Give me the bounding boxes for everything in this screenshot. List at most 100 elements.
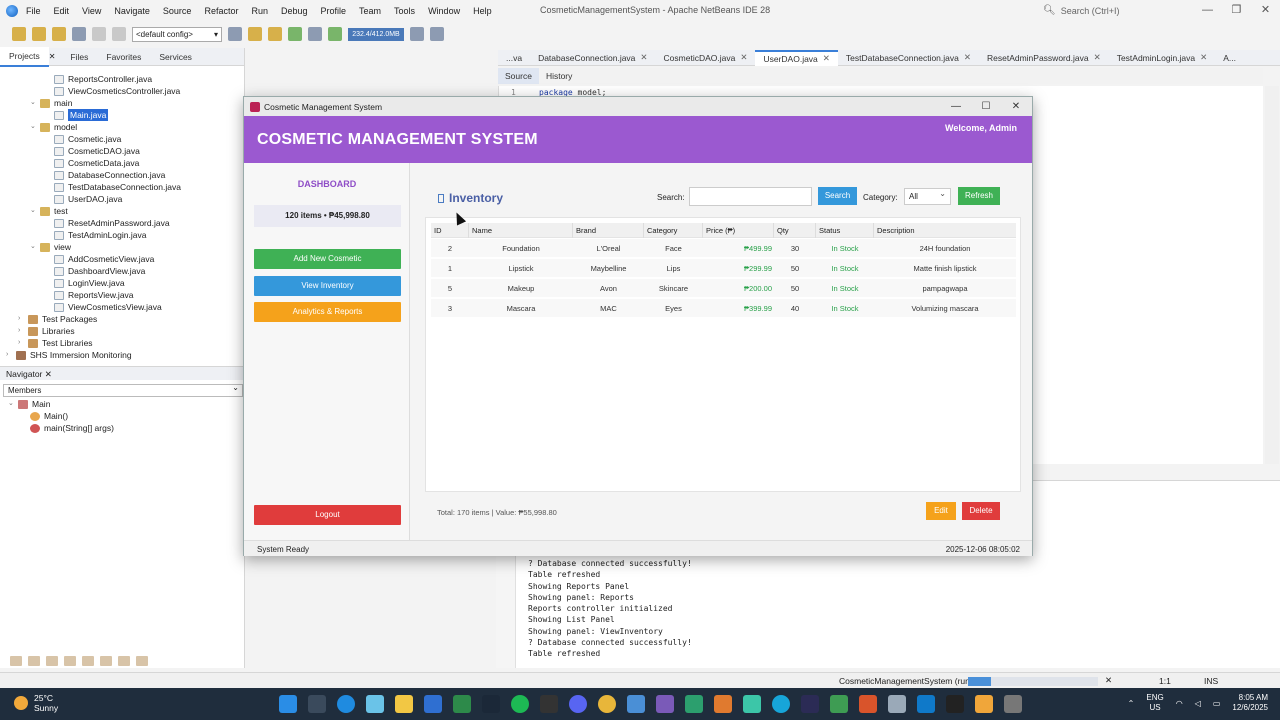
tree-item[interactable]: ViewCosmeticsController.java <box>0 85 240 97</box>
minimize-icon[interactable]: — <box>941 97 971 116</box>
delete-button[interactable]: Delete <box>962 502 1000 520</box>
profiler-icon[interactable] <box>430 27 444 41</box>
close-icon[interactable]: ✕ <box>740 52 747 63</box>
tree-item-selected[interactable]: Main.java <box>0 109 240 121</box>
menu-window[interactable]: Window <box>428 6 460 16</box>
edit-button[interactable]: Edit <box>926 502 956 520</box>
menu-team[interactable]: Team <box>359 6 381 16</box>
tree-item[interactable]: CosmeticData.java <box>0 157 240 169</box>
edge-icon[interactable] <box>337 695 355 713</box>
file-explorer-icon[interactable] <box>395 695 413 713</box>
build-icon[interactable] <box>248 27 262 41</box>
menu-debug[interactable]: Debug <box>281 6 308 16</box>
table-row[interactable]: 3 Mascara MAC Eyes ₱399.99 40 In Stock V… <box>431 299 1016 318</box>
editor-scrollbar[interactable] <box>1265 86 1279 464</box>
tree-package-main[interactable]: ⌄ main <box>0 97 240 109</box>
task-view-icon[interactable] <box>308 695 326 713</box>
collapse-icon[interactable]: › <box>18 313 26 325</box>
photoshop-icon[interactable] <box>801 695 819 713</box>
filter-icon[interactable] <box>100 656 112 666</box>
close-icon[interactable]: ✕ <box>1251 0 1280 21</box>
tree-item[interactable]: CosmeticDAO.java <box>0 145 240 157</box>
vscode-icon[interactable] <box>917 695 935 713</box>
history-tab[interactable]: History <box>539 68 579 84</box>
app-icon[interactable] <box>975 695 993 713</box>
expand-icon[interactable]: ⌄ <box>30 205 38 217</box>
battery-icon[interactable]: ▭ <box>1213 699 1221 708</box>
view-inventory-button[interactable]: View Inventory <box>254 276 401 296</box>
debug-icon[interactable] <box>308 27 322 41</box>
tree-item[interactable]: ReportsView.java <box>0 289 240 301</box>
menu-refactor[interactable]: Refactor <box>204 6 238 16</box>
tree-item[interactable]: LoginView.java <box>0 277 240 289</box>
app-icon[interactable] <box>859 695 877 713</box>
save-all-icon[interactable] <box>72 27 86 41</box>
tree-item-test-libraries[interactable]: › Test Libraries <box>0 337 240 349</box>
editor-tab-active[interactable]: UserDAO.java ✕ <box>755 49 838 66</box>
volume-icon[interactable]: ◁ <box>1195 699 1201 708</box>
members-select[interactable]: Members <box>3 382 243 397</box>
filter-icon[interactable] <box>10 656 22 666</box>
config-select[interactable]: <default config> <box>132 26 222 42</box>
weather-widget[interactable]: 25°C Sunny <box>14 693 58 713</box>
close-icon[interactable]: ✕ <box>45 369 52 379</box>
ide-search-box[interactable]: 🔍︎ Search (Ctrl+I) <box>1043 3 1193 18</box>
expand-icon[interactable]: ⌄ <box>30 241 38 253</box>
analytics-button[interactable]: Analytics & Reports <box>254 302 401 322</box>
profile-icon[interactable] <box>328 27 342 41</box>
tree-package-model[interactable]: ⌄ model <box>0 121 240 133</box>
editor-tab[interactable]: DatabaseConnection.java ✕ <box>530 50 655 66</box>
column-header[interactable]: Price (₱) <box>703 223 774 238</box>
tab-projects[interactable]: Projects <box>0 46 49 67</box>
menu-navigate[interactable]: Navigate <box>114 6 150 16</box>
run-icon[interactable] <box>288 27 302 41</box>
notepad-icon[interactable] <box>424 695 442 713</box>
column-header[interactable]: Brand <box>573 223 644 238</box>
chevron-up-icon[interactable]: ⌃ <box>1128 699 1135 708</box>
navigator-title[interactable]: Navigator <box>6 369 42 379</box>
table-row[interactable]: 1 Lipstick Maybelline Lips ₱299.99 50 In… <box>431 259 1016 278</box>
editor-tab[interactable]: TestDatabaseConnection.java ✕ <box>838 50 979 66</box>
undo-icon[interactable] <box>92 27 106 41</box>
discord-icon[interactable] <box>569 695 587 713</box>
expand-icon[interactable]: ⌄ <box>30 121 38 133</box>
column-header[interactable]: Category <box>644 223 703 238</box>
filter-icon[interactable] <box>28 656 40 666</box>
new-project-icon[interactable] <box>32 27 46 41</box>
source-tab[interactable]: Source <box>498 68 539 84</box>
navigator-item[interactable]: main(String[] args) <box>0 422 240 434</box>
close-icon[interactable]: ✕ <box>823 53 830 64</box>
target-icon[interactable] <box>228 27 242 41</box>
search-input[interactable] <box>689 187 812 206</box>
clean-build-icon[interactable] <box>268 27 282 41</box>
tab-services[interactable]: Services <box>150 48 201 66</box>
github-icon[interactable] <box>540 695 558 713</box>
close-icon[interactable]: ✕ <box>49 52 56 61</box>
menu-file[interactable]: File <box>26 6 41 16</box>
app-icon[interactable] <box>656 695 674 713</box>
app-icon[interactable] <box>743 695 761 713</box>
expand-icon[interactable]: ⌄ <box>8 398 16 410</box>
terminal-icon[interactable] <box>946 695 964 713</box>
close-icon[interactable]: ✕ <box>640 52 647 63</box>
menu-source[interactable]: Source <box>163 6 192 16</box>
tab-favorites[interactable]: Favorites <box>97 48 150 66</box>
editor-tab[interactable]: ...va <box>498 50 530 66</box>
column-header[interactable]: Status <box>816 223 874 238</box>
add-cosmetic-button[interactable]: Add New Cosmetic <box>254 249 401 269</box>
clock[interactable]: 8:05 AM 12/6/2025 <box>1232 693 1268 713</box>
tree-item-libraries[interactable]: › Libraries <box>0 325 240 337</box>
tree-item-test-packages[interactable]: › Test Packages <box>0 313 240 325</box>
tree-item-project[interactable]: › SHS Immersion Monitoring <box>0 349 240 361</box>
menu-help[interactable]: Help <box>473 6 492 16</box>
menu-profile[interactable]: Profile <box>321 6 347 16</box>
tree-item[interactable]: ResetAdminPassword.java <box>0 217 240 229</box>
tree-item[interactable]: TestDatabaseConnection.java <box>0 181 240 193</box>
menu-tools[interactable]: Tools <box>394 6 415 16</box>
close-icon[interactable]: ✕ <box>1105 675 1112 686</box>
restore-icon[interactable]: ❐ <box>1222 0 1251 21</box>
tree-package-test[interactable]: ⌄ test <box>0 205 240 217</box>
java-app-icon[interactable] <box>1004 695 1022 713</box>
filter-icon[interactable] <box>82 656 94 666</box>
collapse-icon[interactable]: › <box>6 349 14 361</box>
